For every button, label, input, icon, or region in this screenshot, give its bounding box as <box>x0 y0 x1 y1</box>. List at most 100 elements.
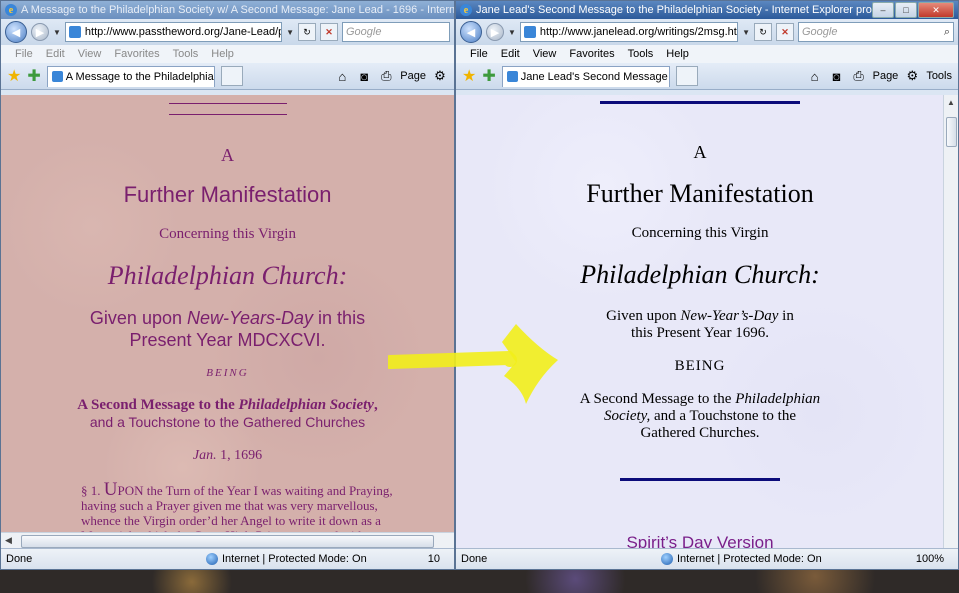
address-dropdown-icon[interactable]: ▼ <box>742 28 750 37</box>
date-italic: Jan. <box>192 448 217 463</box>
right-vertical-scrollbar[interactable]: ▲ <box>943 95 958 549</box>
scroll-left-icon[interactable]: ◀ <box>5 535 12 546</box>
date-line: Jan. 1, 1696 <box>1 448 454 464</box>
left-status-bar: Done Internet | Protected Mode: On 10 <box>1 548 454 569</box>
favorites-star-icon[interactable]: ★ <box>462 66 476 86</box>
menu-help[interactable]: Help <box>211 48 234 60</box>
left-zoom-level[interactable]: 10 <box>428 553 440 565</box>
recent-pages-dropdown-icon[interactable]: ▼ <box>53 28 61 37</box>
left-address-text: http://www.passtheword.org/Jane-Lead/phi… <box>84 26 283 38</box>
page-title: Further Manifestation <box>123 182 332 207</box>
menu-view[interactable]: View <box>533 48 557 60</box>
home-icon[interactable]: ⌂ <box>807 68 823 84</box>
given-line2: Present Year MDCXCVI. <box>129 330 326 350</box>
church-heading: Philadelphian Church: <box>580 260 820 289</box>
menu-view[interactable]: View <box>78 48 102 60</box>
menu-tools[interactable]: Tools <box>628 48 654 60</box>
scroll-up-icon[interactable]: ▲ <box>947 98 955 107</box>
recent-pages-dropdown-icon[interactable]: ▼ <box>508 28 516 37</box>
left-browser-window: e A Message to the Philadelphian Society… <box>0 0 455 570</box>
being-label: BEING <box>674 358 726 374</box>
close-button[interactable]: ✕ <box>918 2 954 18</box>
forward-button[interactable]: ▶ <box>486 23 504 41</box>
menu-tools[interactable]: Tools <box>173 48 199 60</box>
right-title-bar[interactable]: e Jane Lead's Second Message to the Phil… <box>456 1 958 19</box>
page-icon <box>68 26 81 38</box>
menu-edit[interactable]: Edit <box>501 48 520 60</box>
right-search-placeholder: Google <box>802 26 838 38</box>
spirit-version-heading: Spirit’s Day Version <box>626 533 774 549</box>
left-horizontal-scrollbar[interactable]: ◀ <box>1 532 454 549</box>
tab-page-icon <box>506 71 518 82</box>
menu-file[interactable]: File <box>15 48 33 60</box>
left-address-bar[interactable]: http://www.passtheword.org/Jane-Lead/phi… <box>64 22 283 42</box>
menu-favorites[interactable]: Favorites <box>569 48 614 60</box>
back-button[interactable]: ◀ <box>5 21 27 43</box>
print-icon[interactable]: ⎙ <box>851 68 867 84</box>
right-address-text: http://www.janelead.org/writings/2msg.ht… <box>539 26 739 38</box>
top-rule <box>600 101 800 104</box>
menu-favorites[interactable]: Favorites <box>114 48 159 60</box>
left-page-menu[interactable]: Page <box>400 70 426 82</box>
refresh-button[interactable]: ↻ <box>754 23 772 41</box>
window-controls: – □ ✕ <box>872 2 954 18</box>
globe-icon <box>661 553 673 565</box>
new-tab-button[interactable] <box>220 66 243 86</box>
add-favorites-icon[interactable]: ✚ <box>482 66 495 86</box>
right-window-title: Jane Lead's Second Message to the Philad… <box>476 4 872 16</box>
minimize-button[interactable]: – <box>872 2 894 18</box>
second-italic-1: Philadelphian <box>735 391 821 407</box>
search-icon[interactable]: ⌕ <box>944 26 950 39</box>
concerning-line: Concerning this Virgin <box>631 225 769 241</box>
feeds-icon[interactable]: ◙ <box>829 68 845 84</box>
maximize-button[interactable]: □ <box>895 2 917 18</box>
right-zone-indicator: Internet | Protected Mode: On <box>661 553 822 565</box>
given-suffix: in this <box>313 308 366 328</box>
second-mid: and a Touchstone to the <box>650 408 796 424</box>
concerning-line: Concerning this Virgin <box>159 226 296 242</box>
left-status-done: Done <box>6 553 33 565</box>
address-dropdown-icon[interactable]: ▼ <box>286 28 294 37</box>
forward-button[interactable]: ▶ <box>31 23 49 41</box>
right-tools-menu[interactable]: Tools <box>926 70 952 82</box>
right-address-bar[interactable]: http://www.janelead.org/writings/2msg.ht… <box>519 22 739 42</box>
para-smallcaps: PON <box>117 483 144 498</box>
left-command-bar: ⌂ ◙ ⎙ Page ⚙ <box>334 68 448 84</box>
left-page-content: A Further Manifestation Concerning this … <box>1 95 454 533</box>
tools-gear-icon[interactable]: ⚙ <box>432 68 448 84</box>
favorites-star-icon[interactable]: ★ <box>7 66 21 86</box>
given-italic: New-Year’s-Day <box>680 308 779 324</box>
menu-file[interactable]: File <box>470 48 488 60</box>
new-tab-button[interactable] <box>675 66 698 86</box>
feeds-icon[interactable]: ◙ <box>356 68 372 84</box>
add-favorites-icon[interactable]: ✚ <box>27 66 40 86</box>
given-line: Given upon New-Year’s-Day in this Presen… <box>456 308 944 342</box>
tools-gear-icon[interactable]: ⚙ <box>904 68 920 84</box>
right-status-bar: Done Internet | Protected Mode: On 100% <box>456 548 958 569</box>
refresh-button[interactable]: ↻ <box>298 23 316 41</box>
back-button[interactable]: ◀ <box>460 21 482 43</box>
home-icon[interactable]: ⌂ <box>334 68 350 84</box>
right-tab[interactable]: Jane Lead's Second Message to t... <box>501 65 670 87</box>
menu-edit[interactable]: Edit <box>46 48 65 60</box>
left-tab[interactable]: A Message to the Philadelphian ... <box>46 65 215 87</box>
second-suffix: , <box>373 397 378 413</box>
right-browser-window: e Jane Lead's Second Message to the Phil… <box>455 0 959 570</box>
left-tab-row: ★ ✚ A Message to the Philadelphian ... ⌂… <box>1 63 454 90</box>
right-zoom-level[interactable]: 100% <box>916 553 944 565</box>
left-search-box[interactable]: Google <box>342 22 450 42</box>
heading-a: A <box>221 145 234 165</box>
left-title-bar[interactable]: e A Message to the Philadelphian Society… <box>1 1 454 19</box>
stop-button[interactable]: ✕ <box>320 23 338 41</box>
scroll-thumb[interactable] <box>946 117 957 147</box>
second-line3: Gathered Churches. <box>640 425 760 441</box>
second-italic: Philadelphian Society <box>238 397 374 413</box>
scroll-thumb[interactable] <box>21 535 434 548</box>
print-icon[interactable]: ⎙ <box>378 68 394 84</box>
right-page-menu[interactable]: Page <box>873 70 899 82</box>
right-search-box[interactable]: Google ⌕ <box>798 22 954 42</box>
menu-help[interactable]: Help <box>666 48 689 60</box>
left-search-placeholder: Google <box>346 26 382 38</box>
left-address-row: ◀ ▶ ▼ http://www.passtheword.org/Jane-Le… <box>1 19 454 45</box>
stop-button[interactable]: ✕ <box>776 23 794 41</box>
